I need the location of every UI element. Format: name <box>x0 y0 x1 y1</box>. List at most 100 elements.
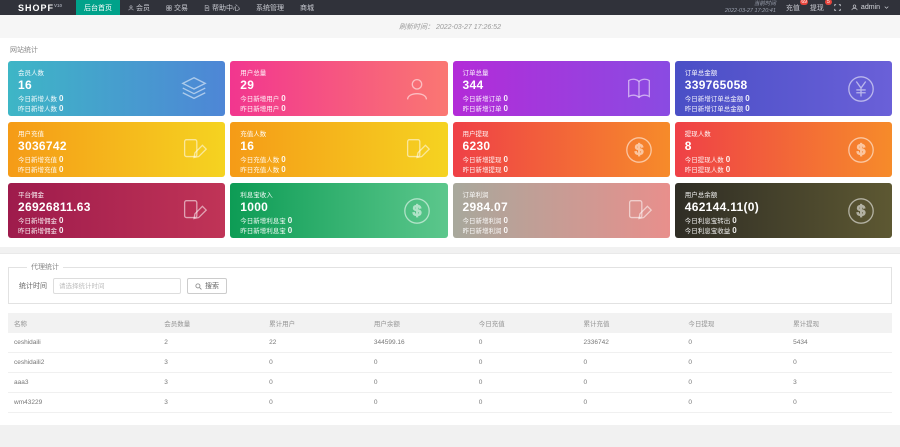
stats-panel: 网站统计 会员人数 16 今日新增人数 0 昨日新增人数 0 用户总量 29 今日新… <box>0 38 900 247</box>
stat-card-line: 昨日新增人数 0 <box>18 104 64 113</box>
recharge-badge: 69 <box>800 0 808 5</box>
agent-stats-fieldset: 代理统计 统计时间 搜索 <box>8 262 892 304</box>
table-cell: 3 <box>158 352 264 373</box>
top-navbar: SHOPFV10 后台首页 会员 交易 帮助中心 系统管理 商城 当前时间 20… <box>0 0 900 15</box>
table-cell: wm43229 <box>8 392 159 413</box>
stat-card-commission: 平台佣金 26926811.63 今日新增佣金 0 昨日新增佣金 0 <box>8 183 226 238</box>
layers-icon <box>182 76 207 99</box>
person-icon <box>128 4 134 10</box>
refresh-time-text: 刷新时间： 2022-03-27 17:26:52 <box>399 23 501 31</box>
table-cell: 0 <box>367 352 473 373</box>
menu-item-dashboard[interactable]: 后台首页 <box>76 0 121 15</box>
stat-card-user-balance: 用户总余额 462144.11(0) 今日利息宝转出 0 今日利息宝收益 0 <box>674 183 892 238</box>
table-cell: 0 <box>472 392 578 413</box>
stat-card-user-recharge: 用户充值 3036742 今日新增充值 0 昨日新增充值 0 <box>8 122 226 177</box>
table-cell: 344599.16 <box>367 333 473 353</box>
table-cell: aaa3 <box>8 372 159 393</box>
recharge-link[interactable]: 充值 69 <box>786 0 808 13</box>
yen-circle-icon <box>848 75 874 102</box>
table-cell: 0 <box>787 392 892 413</box>
table-header-cell: 今日提现 <box>682 313 788 333</box>
table-cell: 22 <box>263 333 368 353</box>
table-cell: 0 <box>682 392 788 413</box>
stat-card-line: 昨日新增用户 0 <box>240 104 286 113</box>
table-header-cell: 今日充值 <box>472 313 578 333</box>
table-header-cell: 名称 <box>8 313 159 333</box>
current-time: 当前时间 2022-03-27 17:20:41 <box>724 1 776 14</box>
dollar-circle-icon <box>848 197 874 224</box>
user-icon <box>406 78 427 100</box>
navbar-right: 当前时间 2022-03-27 17:20:41 充值 69 提现 5 admi… <box>724 0 890 14</box>
user-menu[interactable]: admin <box>851 4 890 11</box>
table-header-cell: 累计充值 <box>577 313 683 333</box>
stat-card-line: 昨日提现人数 0 <box>684 165 731 174</box>
agent-stats-panel: 代理统计 统计时间 搜索 名称会员数量累计用户用户余额今日充值累计充值今日提现累… <box>0 253 900 425</box>
menu-item-system[interactable]: 系统管理 <box>248 0 292 15</box>
table-cell: ceshidaili2 <box>8 352 159 373</box>
dollar-circle-icon <box>403 197 430 224</box>
stat-card-order-profit: 订单利润 2984.07 今日新增利润 0 昨日新增利润 0 <box>452 183 670 238</box>
card-edit-icon <box>406 138 430 158</box>
table-cell: 0 <box>472 372 578 393</box>
table-cell: 2336742 <box>577 333 683 353</box>
table-cell: 0 <box>682 372 788 393</box>
table-cell: 2 <box>158 333 264 353</box>
stat-card-line: 昨日新增订单 0 <box>462 104 508 113</box>
withdraw-link[interactable]: 提现 5 <box>810 0 832 13</box>
agent-table-body: ceshidaili 2 22 344599.16 0 2336742 0 5434 ceshi… <box>8 333 892 413</box>
card-edit-icon <box>184 199 208 219</box>
table-cell: 0 <box>367 392 473 413</box>
table-cell: 0 <box>577 392 683 413</box>
table-row: wm43229 3 0 0 0 0 0 0 <box>8 392 892 413</box>
stat-card-line: 昨日新增充值 0 <box>18 165 64 174</box>
app-logo: SHOPFV10 <box>18 2 63 13</box>
stat-card-order-amount: 订单总金额 339765058 今日新增订单总金额 0 昨日新增订单总金额 0 <box>674 61 892 116</box>
stat-card-line: 今日利息宝收益 0 <box>684 226 737 235</box>
grid-icon <box>166 4 172 11</box>
table-header-cell: 累计用户 <box>263 313 368 333</box>
logo-version: V10 <box>54 2 63 8</box>
username: admin <box>860 4 880 11</box>
menu-item-help-center[interactable]: 帮助中心 <box>196 0 248 15</box>
stat-time-input[interactable] <box>53 278 181 294</box>
table-row: aaa3 3 0 0 0 0 0 3 <box>8 372 892 393</box>
card-edit-icon <box>184 138 208 158</box>
stat-card-line: 昨日充值人数 0 <box>240 165 286 174</box>
main-menu: 后台首页 会员 交易 帮助中心 系统管理 商城 <box>76 0 322 15</box>
stat-card-grid: 会员人数 16 今日新增人数 0 昨日新增人数 0 用户总量 29 今日新增用户 0 … <box>8 61 892 238</box>
table-cell: 3 <box>158 372 264 393</box>
stat-card-interest-income: 利息宝收入 1000 今日新增利息宝 0 昨日新增利息宝 0 <box>230 183 448 238</box>
section-title: 网站统计 <box>10 47 38 54</box>
table-row: ceshidaili 2 22 344599.16 0 2336742 0 5434 <box>8 333 892 353</box>
stat-card-recharge-users: 充值人数 16 今日充值人数 0 昨日充值人数 0 <box>230 122 448 177</box>
table-cell: 0 <box>263 352 368 373</box>
refresh-time-bar: 刷新时间： 2022-03-27 17:26:52 <box>0 15 900 38</box>
stat-card-line: 昨日新增利润 0 <box>462 226 508 235</box>
table-cell: 3 <box>787 372 892 393</box>
menu-item-members[interactable]: 会员 <box>120 0 158 15</box>
table-cell: ceshidaili <box>8 333 159 353</box>
stat-card-line: 昨日新增提现 0 <box>462 165 508 174</box>
search-button[interactable]: 搜索 <box>187 278 227 294</box>
table-cell: 0 <box>472 352 578 373</box>
chevron-down-icon <box>884 6 889 9</box>
menu-item-mall[interactable]: 商城 <box>292 0 322 15</box>
table-cell: 0 <box>682 333 788 353</box>
table-header-cell: 会员数量 <box>158 313 264 333</box>
dollar-circle-icon <box>848 136 874 163</box>
table-cell: 3 <box>158 392 264 413</box>
stat-card-orders: 订单总量 344 今日新增订单 0 昨日新增订单 0 <box>452 61 670 116</box>
table-cell: 0 <box>577 372 683 393</box>
stat-card-line: 昨日新增订单总金额 0 <box>684 104 750 113</box>
table-cell: 0 <box>577 352 683 373</box>
search-icon <box>195 282 202 290</box>
table-cell: 0 <box>367 372 473 393</box>
stat-card-line: 昨日新增利息宝 0 <box>240 226 293 235</box>
card-edit-icon <box>628 199 652 219</box>
table-cell: 5434 <box>787 333 892 353</box>
stat-card-line: 昨日新增佣金 0 <box>18 226 64 235</box>
fullscreen-icon[interactable] <box>834 4 841 11</box>
stat-card-members: 会员人数 16 今日新增人数 0 昨日新增人数 0 <box>8 61 226 116</box>
menu-item-transactions[interactable]: 交易 <box>158 0 196 15</box>
table-header-cell: 用户余额 <box>367 313 473 333</box>
